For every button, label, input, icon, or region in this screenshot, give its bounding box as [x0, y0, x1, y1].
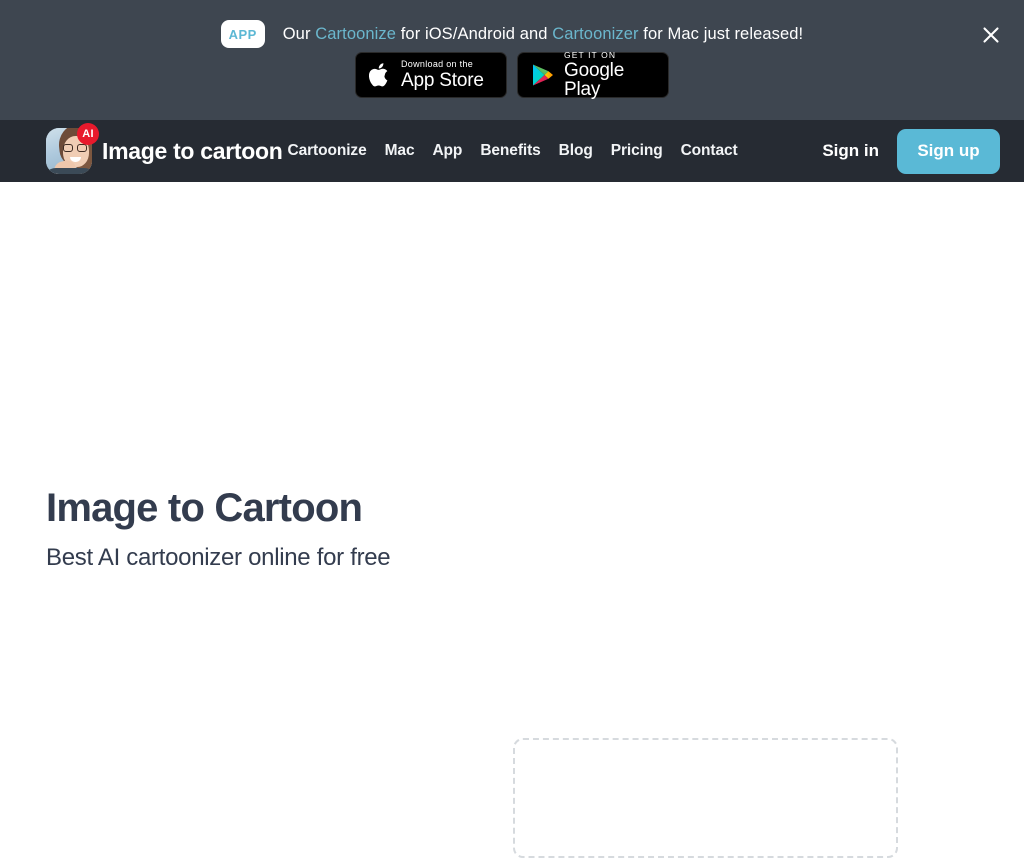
apple-logo-icon: [369, 61, 392, 89]
sign-up-button[interactable]: Sign up: [897, 128, 1000, 174]
promo-link-cartoonize[interactable]: Cartoonize: [315, 25, 396, 43]
avatar: AI: [46, 123, 99, 174]
brand-logo-link[interactable]: AI Image to cartoon: [46, 123, 283, 174]
promo-message-row: APP Our Cartoonize for iOS/Android and C…: [0, 20, 1024, 48]
store-badges: Download on the App Store GET IT ON Goog…: [0, 51, 1024, 100]
page-title: Image to Cartoon: [46, 486, 363, 530]
close-icon[interactable]: [978, 22, 1004, 48]
promo-text-part-2: for iOS/Android and: [396, 24, 553, 43]
app-store-labels: Download on the App Store: [401, 59, 484, 91]
google-play-small-label: GET IT ON: [564, 49, 617, 60]
nav-item-cartoonize[interactable]: Cartoonize: [288, 142, 367, 160]
main-navbar: AI Image to cartoon Cartoonize Mac App B…: [0, 120, 1024, 182]
nav-item-benefits[interactable]: Benefits: [480, 142, 540, 160]
nav-item-app[interactable]: App: [432, 142, 462, 160]
google-play-icon: [531, 62, 555, 88]
nav-item-mac[interactable]: Mac: [385, 142, 415, 160]
promo-text-part-4: for Mac just released!: [638, 24, 804, 43]
promo-link-cartoonizer[interactable]: Cartoonizer: [552, 25, 638, 43]
app-store-big-label: App Store: [401, 70, 484, 91]
upload-dropzone[interactable]: [513, 738, 898, 858]
app-badge: APP: [220, 20, 265, 48]
brand-title: Image to cartoon: [102, 137, 283, 164]
page-subtitle: Best AI cartoonizer online for free: [46, 544, 391, 571]
app-store-small-label: Download on the: [401, 59, 474, 69]
nav-links: Cartoonize Mac App Benefits Blog Pricing…: [288, 142, 738, 160]
nav-item-pricing[interactable]: Pricing: [611, 142, 663, 160]
google-play-button[interactable]: GET IT ON Google Play: [517, 51, 669, 100]
hero-text-block: Image to Cartoon Best AI cartoonizer onl…: [46, 486, 391, 572]
hero-section: Image to Cartoon Best AI cartoonizer onl…: [0, 182, 1024, 858]
google-play-labels: GET IT ON Google Play: [564, 51, 655, 100]
promo-banner: APP Our Cartoonize for iOS/Android and C…: [0, 0, 1024, 120]
nav-item-blog[interactable]: Blog: [559, 142, 593, 160]
google-play-big-label: Google Play: [564, 60, 625, 101]
ai-badge: AI: [77, 123, 99, 145]
nav-auth-actions: Sign in Sign up: [822, 128, 1000, 174]
promo-text-part-0: Our: [282, 24, 316, 43]
promo-message: Our Cartoonize for iOS/Android and Carto…: [283, 25, 804, 44]
sign-in-link[interactable]: Sign in: [822, 141, 879, 161]
nav-item-contact[interactable]: Contact: [681, 142, 738, 160]
app-store-button[interactable]: Download on the App Store: [355, 52, 507, 98]
